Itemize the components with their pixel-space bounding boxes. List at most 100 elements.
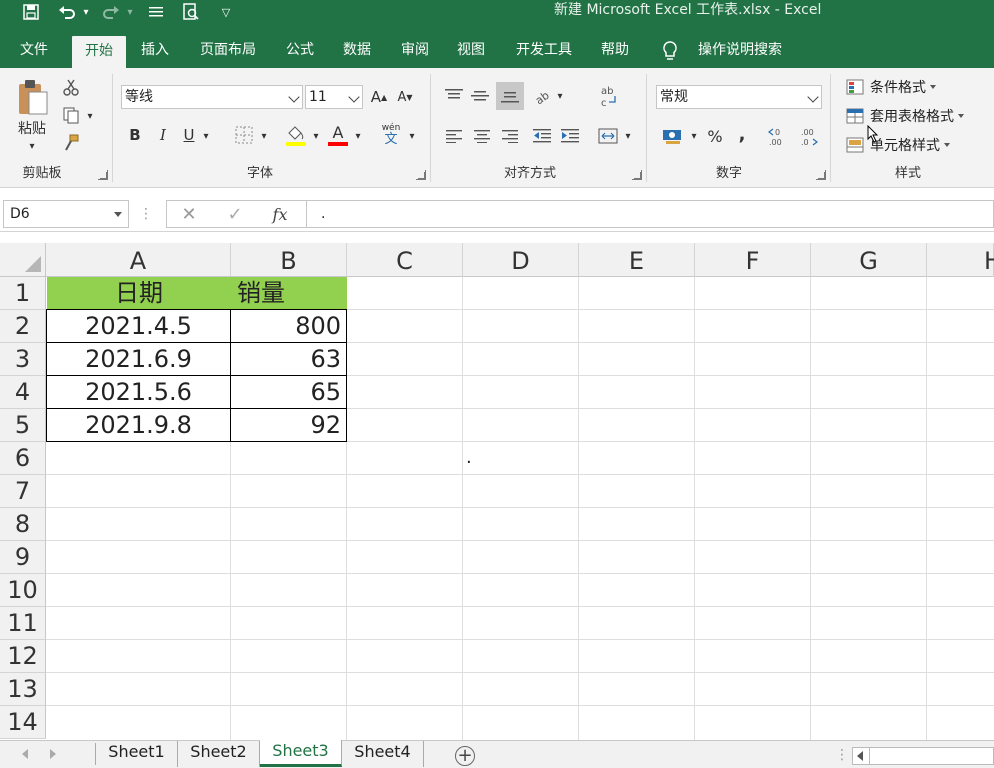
cut-icon[interactable] xyxy=(60,76,82,98)
cell-b1[interactable]: 销量 xyxy=(231,277,347,310)
copy-dropdown-icon[interactable]: ▾ xyxy=(84,110,96,122)
save-icon[interactable] xyxy=(20,0,42,24)
tab-help[interactable]: 帮助 xyxy=(592,32,638,68)
underline-dropdown-icon[interactable]: ▾ xyxy=(200,130,212,142)
row-header-5[interactable]: 5 xyxy=(0,409,46,442)
decrease-font-icon[interactable]: A ▼ xyxy=(394,86,416,108)
paste-button-label[interactable]: 粘贴 xyxy=(10,118,54,138)
column-header-b[interactable]: B xyxy=(231,243,347,277)
font-launcher-icon[interactable] xyxy=(416,170,426,180)
bold-button[interactable]: B xyxy=(124,124,146,146)
decrease-decimal-icon[interactable]: .00.0 xyxy=(796,124,820,148)
redo-icon[interactable] xyxy=(100,0,122,24)
top-align-icon[interactable] xyxy=(442,84,466,108)
borders-icon[interactable] xyxy=(232,124,256,146)
row-header-14[interactable]: 14 xyxy=(0,706,46,739)
row-header-6[interactable]: 6 xyxy=(0,442,46,475)
increase-decimal-icon[interactable]: 0.00 xyxy=(766,124,790,148)
phonetic-dropdown-icon[interactable]: ▾ xyxy=(406,130,418,142)
align-left-icon[interactable] xyxy=(442,124,466,148)
row-header-9[interactable]: 9 xyxy=(0,541,46,574)
accounting-dropdown-icon[interactable]: ▾ xyxy=(688,130,700,142)
tab-page-layout[interactable]: 页面布局 xyxy=(190,32,266,68)
number-format-combo[interactable]: 常规 xyxy=(656,85,822,109)
redo-dropdown-icon[interactable]: ▾ xyxy=(124,0,136,24)
tab-view[interactable]: 视图 xyxy=(448,32,494,68)
font-color-icon[interactable]: A xyxy=(326,122,350,148)
add-sheet-button[interactable]: + xyxy=(455,746,475,766)
tell-me-search[interactable]: 操作说明搜索 xyxy=(690,32,790,68)
percent-style-button[interactable]: % xyxy=(704,124,726,148)
select-all-button[interactable] xyxy=(0,243,46,277)
merge-dropdown-icon[interactable]: ▾ xyxy=(622,130,634,142)
tab-developer[interactable]: 开发工具 xyxy=(506,32,582,68)
horizontal-scrollbar[interactable] xyxy=(852,747,994,765)
sheet-tab-3[interactable]: Sheet3 xyxy=(260,740,342,767)
scroll-left-icon[interactable] xyxy=(857,751,863,761)
fill-color-dropdown-icon[interactable]: ▾ xyxy=(310,130,322,142)
undo-dropdown-icon[interactable]: ▾ xyxy=(80,0,92,24)
copy-icon[interactable] xyxy=(60,104,82,126)
alignment-launcher-icon[interactable] xyxy=(632,170,642,180)
column-header-a[interactable]: A xyxy=(46,243,231,277)
row-header-12[interactable]: 12 xyxy=(0,640,46,673)
row-header-4[interactable]: 4 xyxy=(0,376,46,409)
tab-file[interactable]: 文件 xyxy=(8,32,60,68)
row-header-8[interactable]: 8 xyxy=(0,508,46,541)
merge-center-icon[interactable] xyxy=(596,124,620,148)
font-name-combo[interactable]: 等线 xyxy=(121,85,303,109)
align-right-icon[interactable] xyxy=(498,124,522,148)
sheet-tab-1[interactable]: Sheet1 xyxy=(96,741,178,767)
enter-entry-button[interactable]: ✓ xyxy=(222,202,248,226)
tab-insert[interactable]: 插入 xyxy=(132,32,178,68)
cell-styles-button[interactable]: 单元格样式 xyxy=(846,134,950,156)
tab-data[interactable]: 数据 xyxy=(334,32,380,68)
cell-a1[interactable]: 日期 xyxy=(47,277,231,310)
format-as-table-button[interactable]: 套用表格格式 xyxy=(846,105,964,127)
bottom-align-icon[interactable] xyxy=(496,82,524,110)
column-header-g[interactable]: G xyxy=(811,243,927,277)
format-painter-icon[interactable] xyxy=(60,132,82,154)
cancel-entry-button[interactable]: ✕ xyxy=(176,202,202,226)
accounting-format-icon[interactable] xyxy=(660,124,686,148)
orientation-dropdown-icon[interactable]: ▾ xyxy=(554,90,566,102)
underline-button[interactable]: U xyxy=(178,124,200,146)
sheet-tab-2[interactable]: Sheet2 xyxy=(178,741,260,767)
increase-font-icon[interactable]: A ▲ xyxy=(368,86,390,108)
formula-input[interactable]: . xyxy=(306,200,994,228)
font-size-combo[interactable]: 11 xyxy=(305,85,363,109)
align-center-icon[interactable] xyxy=(470,124,494,148)
paste-icon[interactable] xyxy=(12,76,52,120)
sheet-tab-4[interactable]: Sheet4 xyxy=(342,741,424,767)
orientation-icon[interactable]: ab xyxy=(530,84,556,108)
column-header-c[interactable]: C xyxy=(347,243,463,277)
conditional-format-button[interactable]: 条件格式 xyxy=(846,76,936,98)
decrease-indent-icon[interactable] xyxy=(530,124,554,148)
customize-qat-icon[interactable] xyxy=(146,0,166,24)
wrap-text-icon[interactable]: ab c xyxy=(596,82,622,110)
phonetic-guide-icon[interactable]: wén 文 xyxy=(378,122,404,148)
cell-d6[interactable]: . xyxy=(466,448,486,481)
row-header-7[interactable]: 7 xyxy=(0,475,46,508)
font-color-dropdown-icon[interactable]: ▾ xyxy=(352,130,364,142)
number-launcher-icon[interactable] xyxy=(816,170,826,180)
row-header-2[interactable]: 2 xyxy=(0,310,46,343)
comma-style-button[interactable]: , xyxy=(732,122,752,146)
increase-indent-icon[interactable] xyxy=(558,124,582,148)
scroll-tabs-right-icon[interactable] xyxy=(50,749,56,759)
insert-function-button[interactable]: fx xyxy=(266,202,294,226)
worksheet-grid[interactable]: A B C D E F G H 1 2 3 4 5 6 7 8 9 10 11 … xyxy=(0,243,994,740)
name-box[interactable]: D6 xyxy=(3,200,129,228)
tab-review[interactable]: 审阅 xyxy=(392,32,438,68)
more-commands-icon[interactable]: ▽ xyxy=(218,0,234,24)
row-header-10[interactable]: 10 xyxy=(0,574,46,607)
column-header-h[interactable]: H xyxy=(927,243,994,277)
middle-align-icon[interactable] xyxy=(468,84,492,108)
italic-button[interactable]: I xyxy=(152,124,174,146)
print-preview-icon[interactable] xyxy=(180,0,202,24)
row-header-13[interactable]: 13 xyxy=(0,673,46,706)
tab-formulas[interactable]: 公式 xyxy=(278,32,322,68)
tab-split-grip-icon[interactable]: ⋮ xyxy=(835,745,849,765)
row-header-3[interactable]: 3 xyxy=(0,343,46,376)
tab-home[interactable]: 开始 xyxy=(72,36,126,68)
